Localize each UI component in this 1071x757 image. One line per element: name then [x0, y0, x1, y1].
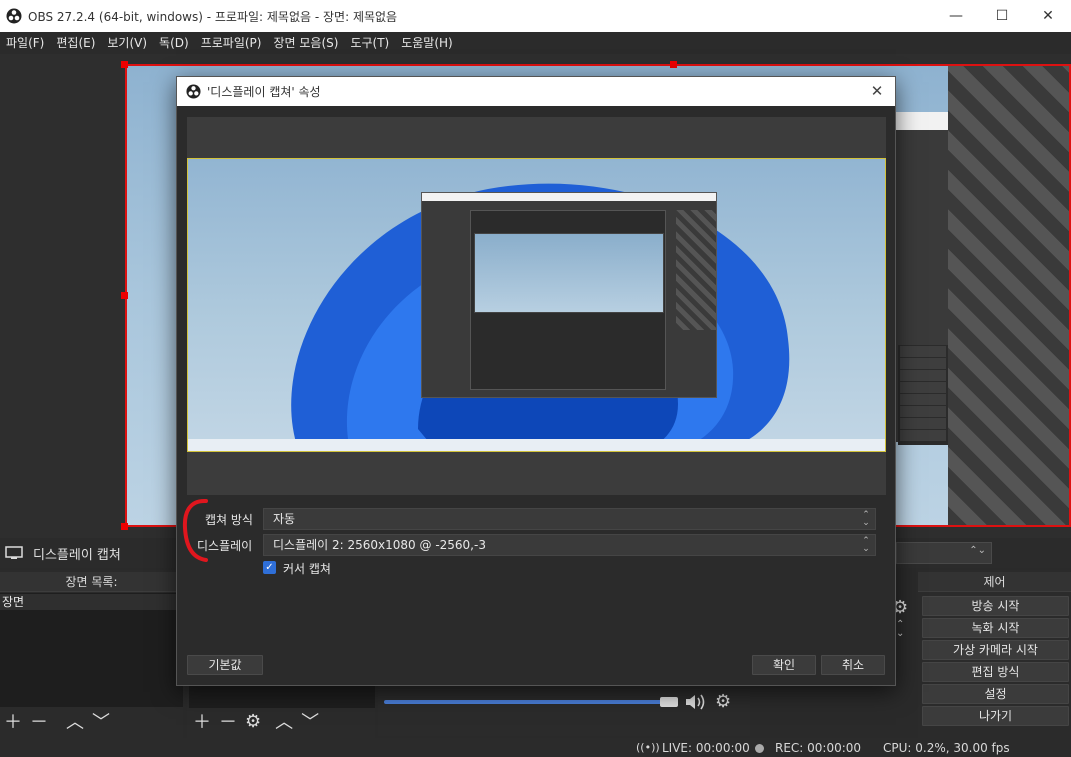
rec-dot-icon: [755, 744, 764, 753]
dialog-titlebar: '디스플레이 캡쳐' 속성 ✕: [177, 77, 895, 106]
chevron-updown-icon: ⌃⌄: [862, 536, 870, 554]
studio-mode-button[interactable]: 편집 방식: [922, 662, 1069, 682]
gear-icon[interactable]: ⚙: [245, 711, 261, 732]
add-source-icon[interactable]: ＋: [193, 708, 211, 734]
scene-list-item[interactable]: 장면: [0, 594, 183, 610]
window-titlebar: OBS 27.2.4 (64-bit, windows) - 프로파일: 제목없…: [0, 0, 1071, 32]
cpu-status: CPU: 0.2%, 30.00 fps: [883, 741, 1010, 755]
live-icon: ((•)): [636, 741, 660, 754]
properties-dialog: '디스플레이 캡쳐' 속성 ✕ 캡쳐 방식 자동 ⌃⌄ 디스플레이 디스플레이: [176, 76, 896, 686]
move-up-icon[interactable]: ︿: [66, 708, 84, 734]
rec-status: REC: 00:00:00: [775, 741, 862, 755]
resize-handle-bottom-left[interactable]: [121, 523, 128, 530]
menu-profile[interactable]: 프로파일(P): [195, 32, 268, 54]
scenes-dock-header: 장면 목록:: [0, 572, 183, 592]
move-down-icon[interactable]: ﹀: [301, 708, 319, 734]
remove-scene-icon[interactable]: －: [30, 708, 48, 734]
settings-button[interactable]: 설정: [922, 684, 1069, 704]
menu-scene-collection[interactable]: 장면 모음(S): [267, 32, 344, 54]
chevron-updown-icon: ⌃⌄: [969, 545, 986, 556]
scenes-toolbar: ＋ － ︿ ﹀: [0, 708, 183, 734]
dialog-close-icon[interactable]: ✕: [867, 81, 887, 101]
move-down-icon[interactable]: ﹀: [92, 708, 110, 734]
menu-tools[interactable]: 도구(T): [344, 32, 395, 54]
captured-controls-list: [898, 345, 948, 445]
close-button[interactable]: ✕: [1025, 0, 1071, 32]
start-recording-button[interactable]: 녹화 시작: [922, 618, 1069, 638]
monitor-icon: [5, 546, 23, 559]
cancel-button[interactable]: 취소: [821, 655, 885, 675]
source-name: 디스플레이 캡쳐: [33, 547, 121, 563]
display-select[interactable]: 디스플레이 2: 2560x1080 @ -2560,-3 ⌃ ⌄: [263, 534, 876, 556]
start-streaming-button[interactable]: 방송 시작: [922, 596, 1069, 616]
add-scene-icon[interactable]: ＋: [4, 708, 22, 734]
chevron-updown-icon[interactable]: ⌃ ⌄: [896, 620, 904, 639]
preview-overflow-stripes: [948, 65, 1071, 526]
menu-docks[interactable]: 독(D): [153, 32, 195, 54]
display-capture-preview: [187, 158, 886, 452]
scenes-list[interactable]: [0, 593, 183, 707]
capture-method-label: 캡쳐 방식: [205, 513, 253, 527]
resize-handle-top-left[interactable]: [121, 61, 128, 68]
live-status: LIVE: 00:00:00: [662, 741, 750, 755]
exit-button[interactable]: 나가기: [922, 706, 1069, 726]
mixer-gear-icon[interactable]: ⚙: [715, 691, 731, 712]
menu-file[interactable]: 파일(F): [0, 32, 50, 54]
defaults-button[interactable]: 기본값: [187, 655, 263, 675]
ok-button[interactable]: 확인: [752, 655, 816, 675]
menu-view[interactable]: 보기(V): [101, 32, 153, 54]
capture-method-select[interactable]: 자동 ⌃ ⌄: [263, 508, 876, 530]
move-up-icon[interactable]: ︿: [275, 708, 293, 734]
window-title: OBS 27.2.4 (64-bit, windows) - 프로파일: 제목없…: [28, 9, 398, 24]
nested-obs-window: [421, 192, 717, 398]
obs-logo-icon: [6, 8, 22, 24]
dialog-preview: [187, 117, 886, 495]
obs-logo-icon: [186, 84, 201, 99]
controls-dock-header: 제어: [918, 572, 1071, 592]
annotation-bracket: [182, 498, 208, 562]
captured-taskbar: [188, 439, 885, 451]
menu-edit[interactable]: 편집(E): [50, 32, 101, 54]
start-virtual-camera-button[interactable]: 가상 카메라 시작: [922, 640, 1069, 660]
resize-handle-left[interactable]: [121, 292, 128, 299]
window-controls: — ☐ ✕: [933, 0, 1071, 32]
sources-toolbar: ＋ － ⚙ ︿ ﹀: [189, 708, 375, 734]
remove-source-icon[interactable]: －: [219, 708, 237, 734]
capture-cursor-label[interactable]: 커서 캡쳐: [283, 560, 331, 577]
menu-help[interactable]: 도움말(H): [395, 32, 459, 54]
minimize-button[interactable]: —: [933, 0, 979, 32]
speaker-icon[interactable]: [684, 692, 708, 712]
sources-list[interactable]: [189, 686, 375, 708]
chevron-updown-icon: ⌃⌄: [862, 510, 870, 528]
menu-bar: 파일(F) 편집(E) 보기(V) 독(D) 프로파일(P) 장면 모음(S) …: [0, 32, 1071, 54]
volume-slider-track[interactable]: [384, 700, 676, 704]
capture-cursor-checkbox[interactable]: ✓: [263, 561, 276, 574]
resize-handle-top[interactable]: [670, 61, 677, 68]
volume-slider-thumb[interactable]: [660, 697, 678, 707]
source-option-spinbox[interactable]: ⌃⌄: [896, 542, 992, 564]
dialog-title: '디스플레이 캡쳐' 속성: [207, 85, 321, 99]
maximize-button[interactable]: ☐: [979, 0, 1025, 32]
